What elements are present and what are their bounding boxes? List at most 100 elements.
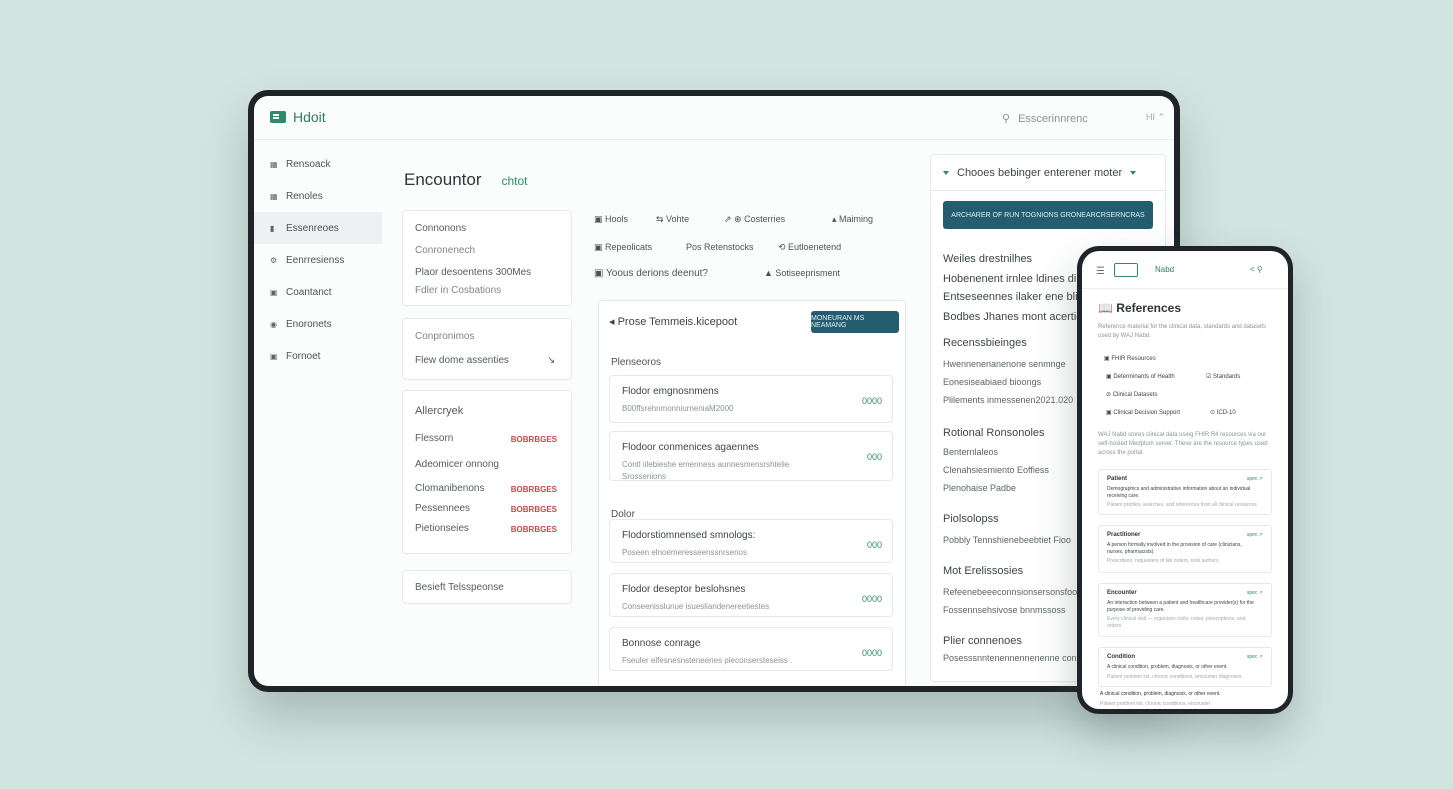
group-title: Mot Erelissosies — [943, 565, 1024, 577]
list-item[interactable]: Flodorstiomnensed smnologs: Poseen elnoe… — [609, 519, 893, 563]
chip-label: Sotiseeprisment — [775, 268, 840, 278]
group-title: Hobenenent irnlee ldines di — [943, 273, 1077, 285]
list-item[interactable]: Flodor deseptor beslohsnes Conseenisslun… — [609, 573, 893, 617]
share-search-icon[interactable]: < ⚲ — [1250, 265, 1263, 274]
sidebar-item-eenrresienss[interactable]: ⚙ Eenrresienss — [254, 244, 382, 276]
spec-link[interactable]: spec ↗ — [1247, 590, 1263, 596]
group-line: Hwennenenanenone senmnge — [943, 359, 1066, 369]
card-line: Plaor desoentens 300Mes — [415, 267, 532, 278]
group-line: Clenahsiesmiento Eoffiess — [943, 465, 1049, 475]
page-title: 📖 References — [1098, 301, 1181, 315]
grid-icon: ▦ — [270, 191, 278, 201]
chip-question[interactable]: ▣ Yoous derions deenut? — [594, 268, 708, 279]
link-decision-support[interactable]: ▣ Clinical Decision Support — [1106, 409, 1180, 416]
chip-costerries[interactable]: ⇗ ⊕ Costerries — [724, 214, 785, 225]
group-title: Plier connenoes — [943, 635, 1022, 647]
list-item: Adeomicer onnong — [415, 459, 499, 470]
user-menu-icon[interactable]: HI ⌃ — [1146, 112, 1165, 123]
page-tag[interactable]: chtot — [502, 174, 528, 188]
contact-icon: ▣ — [270, 287, 278, 297]
item-value: 000 — [866, 540, 882, 550]
link-label: FHIR Resources — [1111, 356, 1156, 362]
link-fhir-resources[interactable]: ▣ FHIR Resources — [1104, 355, 1156, 362]
chip-label: Repeolicats — [605, 242, 653, 252]
sidebar-item-coantanct[interactable]: ▣ Coantanct — [254, 276, 382, 308]
brand-logo-icon — [270, 111, 286, 123]
right-action-button[interactable]: ARCHARER OF RUN TOGNIONS GRONEARCRSERNCR… — [943, 201, 1153, 229]
group-title: Piolsolopss — [943, 513, 999, 525]
chip-maiming[interactable]: ▴ Maiming — [832, 214, 873, 225]
calendar-icon: ▦ — [270, 159, 278, 169]
card-title: Conpronimos — [415, 331, 475, 342]
group-line: Refeenebeeeconnsionsersonsfoo — [943, 587, 1078, 597]
sidebar-item-rensoack[interactable]: ▦ Rensoack — [254, 148, 382, 180]
list-item[interactable]: Bonnose conrage Fseuler elfesnesnsteneen… — [609, 627, 893, 671]
compromise-card[interactable]: Conpronimos Flew dome assenties ↘ — [402, 318, 572, 380]
top-bar: Hdoit ⚲ Esscerinnrenc HI ⌃ — [254, 96, 1174, 140]
card-meta: Prescribers, requesters of lab orders, n… — [1107, 558, 1219, 564]
link-label: ICD-10 — [1216, 410, 1236, 416]
link-label: Clinical Decision Support — [1113, 410, 1181, 416]
chevron-down-icon — [943, 170, 949, 175]
gear-icon: ⚙ — [270, 255, 278, 265]
sidebar-item-enoronets[interactable]: ◉ Enoronets — [254, 308, 382, 340]
group-line: Plilements inmessenen2021.020 — [943, 395, 1074, 405]
page-description: Reference material for the clinical data… — [1098, 324, 1267, 339]
sidebar: ▦ Rensoack ▦ Renoles ▮ Essenreoes ⚙ Eenrresi… — [254, 148, 382, 372]
resource-card-practitioner[interactable]: Practitioner spec ↗ A person formally in… — [1098, 525, 1272, 573]
sidebar-item-renoles[interactable]: ▦ Renoles — [254, 180, 382, 212]
group-title: Rotional Ronsonoles — [943, 427, 1045, 439]
item-subtitle: B00ffsrehnmonniurneniaM2000 — [622, 404, 734, 413]
list-item[interactable]: Flodor emgnosnmens B00ffsrehnmonniurneni… — [609, 375, 893, 423]
summary-card: Connonons Conronenech Plaor desoentens 3… — [402, 210, 572, 306]
card-text: Demographics and administrative informat… — [1107, 486, 1251, 499]
sidebar-item-label: Fornoet — [286, 350, 321, 362]
panel-action-button[interactable]: MONEURAN MS NEAMANG — [811, 311, 899, 333]
spec-link[interactable]: spec ↗ — [1247, 654, 1263, 660]
link-label: Clinical Datasets — [1112, 392, 1158, 398]
benefit-card[interactable]: Besieft Telsspeonse — [402, 570, 572, 604]
chevron-down-icon — [1130, 170, 1137, 175]
link-determinants[interactable]: ▣ Determinants of Health — [1106, 373, 1175, 380]
group-title: Weiles drestnilhes — [943, 253, 1033, 265]
link-clinical-datasets[interactable]: ⊘ Clinical Datasets — [1106, 391, 1157, 398]
app-brand[interactable]: Hdoit — [270, 109, 326, 125]
chip-eutloenetend[interactable]: ⟲ Eutloenetend — [778, 242, 841, 253]
chip-label: Hools — [605, 214, 629, 224]
panel-header-label: Prose Temmeis.kicepoot — [617, 316, 738, 328]
hamburger-menu-icon[interactable]: ☰ — [1096, 266, 1105, 277]
group-title: Recenssbieinges — [943, 337, 1027, 349]
tablet-device: Hdoit ⚲ Esscerinnrenc HI ⌃ ▦ Rensoack ▦ Re… — [248, 90, 1180, 692]
item-value: 0000 — [861, 648, 882, 658]
group-title: Bodbes Jhanes mont acertiero — [943, 311, 1093, 323]
spec-link[interactable]: spec ↗ — [1247, 532, 1263, 538]
spec-link[interactable]: spec ↗ — [1247, 476, 1263, 482]
status-badge: BOBRBGES — [510, 485, 557, 494]
link-icd10[interactable]: ⊙ ICD-10 — [1210, 409, 1236, 416]
chip-label: Costerries — [744, 214, 786, 224]
bars-icon: ▮ — [270, 223, 275, 233]
card-title: Encounter — [1107, 590, 1137, 596]
chip-repeolicats[interactable]: ▣ Repeolicats — [594, 242, 652, 253]
resource-card-encounter[interactable]: Encounter spec ↗ An interaction between … — [1098, 583, 1272, 637]
resource-card-condition[interactable]: Condition spec ↗ A clinical condition, p… — [1098, 647, 1272, 687]
encounter-select[interactable]: Chooes bebinger enterener moter — [931, 155, 1165, 191]
phone-screen: ☰ Nabd < ⚲ 📖 References Reference materi… — [1082, 251, 1288, 709]
card-title: Besieft Telsspeonse — [415, 582, 504, 593]
list-item: Pessennees — [415, 503, 471, 514]
resource-card-patient[interactable]: Patient spec ↗ Demographics and administ… — [1098, 469, 1272, 515]
chip-sotiseeprisment[interactable]: ▲ Sotiseeprisment — [764, 268, 840, 278]
list-item[interactable]: Flodoor conmenices agaennes Contl iilebi… — [609, 431, 893, 481]
chip-vohte[interactable]: ⇆ Vohte — [656, 214, 689, 225]
panel-header: ◂ Prose Temmeis.kicepoot — [609, 316, 738, 328]
sidebar-item-fornoet[interactable]: ▣ Fornoet — [254, 340, 382, 372]
link-standards[interactable]: ☑ Standards — [1206, 373, 1240, 380]
search-box[interactable]: ⚲ Esscerinnrenc — [1002, 112, 1088, 126]
chip-hools[interactable]: ▣ Hools — [594, 214, 628, 225]
card-meta: Patient profiles, searches, and referenc… — [1107, 502, 1257, 508]
sidebar-item-essenreoes[interactable]: ▮ Essenreoes — [254, 212, 382, 244]
card-text: A person formally involved in the provis… — [1107, 542, 1242, 555]
chip-retenstocks[interactable]: Pos Retenstocks — [686, 242, 754, 252]
list-item: Flessorn — [415, 433, 454, 444]
card-text: An interaction between a patient and hea… — [1107, 600, 1254, 613]
